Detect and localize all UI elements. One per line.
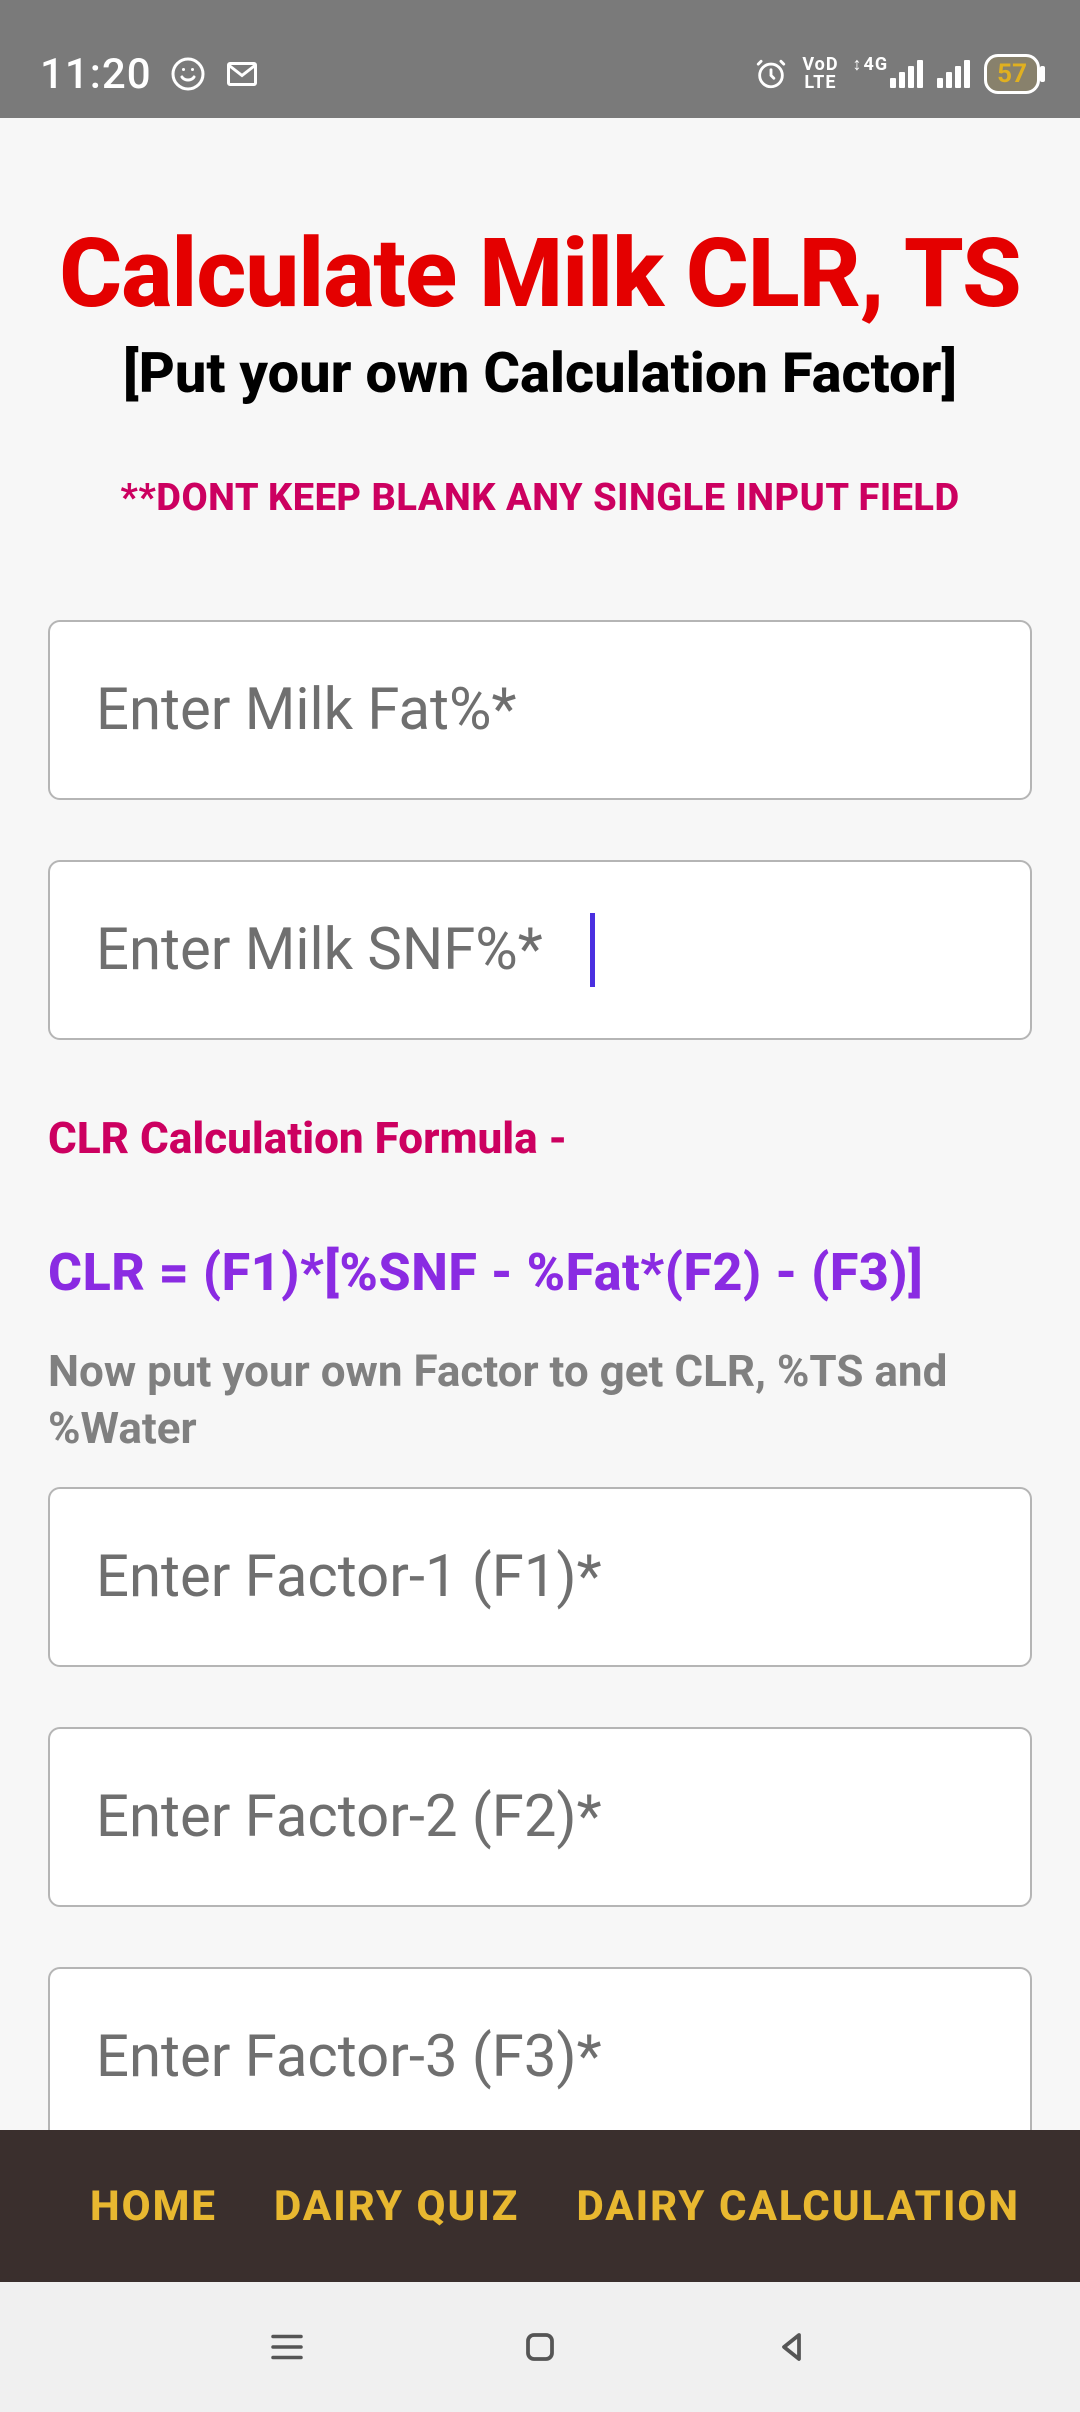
nav-home[interactable]: HOME bbox=[90, 2182, 217, 2231]
back-button[interactable] bbox=[763, 2317, 823, 2377]
text-cursor bbox=[590, 913, 595, 987]
network-4g-icon: ↕ 4G bbox=[853, 60, 924, 88]
nav-calc[interactable]: DAIRY CALCULATION bbox=[576, 2182, 1020, 2231]
factor-1-input[interactable]: Enter Factor-1 (F1)* bbox=[48, 1487, 1032, 1667]
battery-icon: 57 bbox=[984, 54, 1040, 94]
factor-2-placeholder: Enter Factor-2 (F2)* bbox=[96, 1783, 602, 1851]
status-bar: 11:20 VoDLTE ↕ 4G 57 bbox=[0, 0, 1080, 118]
factor-2-input[interactable]: Enter Factor-2 (F2)* bbox=[48, 1727, 1032, 1907]
formula-label: CLR Calculation Formula - bbox=[48, 1112, 1032, 1164]
warning-text: **DONT KEEP BLANK ANY SINGLE INPUT FIELD bbox=[48, 476, 1032, 520]
milk-snf-placeholder: Enter Milk SNF%* bbox=[96, 916, 543, 984]
signal-icon bbox=[937, 60, 970, 88]
status-time: 11:20 bbox=[40, 50, 152, 99]
home-button[interactable] bbox=[510, 2317, 570, 2377]
volte-icon: VoDLTE bbox=[802, 56, 838, 92]
factor-3-placeholder: Enter Factor-3 (F3)* bbox=[96, 2023, 602, 2091]
system-nav-bar bbox=[0, 2282, 1080, 2412]
gmail-icon bbox=[224, 56, 260, 92]
status-left: 11:20 bbox=[40, 50, 260, 99]
bottom-nav: HOME DAIRY QUIZ DAIRY CALCULATION bbox=[0, 2130, 1080, 2282]
factor-3-input[interactable]: Enter Factor-3 (F3)* bbox=[48, 1967, 1032, 2130]
recent-apps-button[interactable] bbox=[257, 2317, 317, 2377]
formula-text: CLR = (F1)*[%SNF - %Fat*(F2) - (F3)] bbox=[48, 1242, 1032, 1303]
alarm-icon bbox=[754, 57, 788, 91]
factor-1-placeholder: Enter Factor-1 (F1)* bbox=[96, 1543, 602, 1611]
milk-snf-input[interactable]: Enter Milk SNF%* bbox=[48, 860, 1032, 1040]
page-title: Calculate Milk CLR, TS bbox=[48, 218, 1032, 330]
page-subtitle: [Put your own Calculation Factor] bbox=[48, 340, 1032, 406]
whatsapp-icon bbox=[170, 56, 206, 92]
status-right: VoDLTE ↕ 4G 57 bbox=[754, 54, 1040, 94]
instruction-text: Now put your own Factor to get CLR, %TS … bbox=[48, 1343, 1032, 1457]
app-content: Calculate Milk CLR, TS [Put your own Cal… bbox=[0, 118, 1080, 2130]
milk-fat-input[interactable]: Enter Milk Fat%* bbox=[48, 620, 1032, 800]
milk-fat-placeholder: Enter Milk Fat%* bbox=[96, 676, 516, 744]
nav-quiz[interactable]: DAIRY QUIZ bbox=[274, 2182, 519, 2231]
